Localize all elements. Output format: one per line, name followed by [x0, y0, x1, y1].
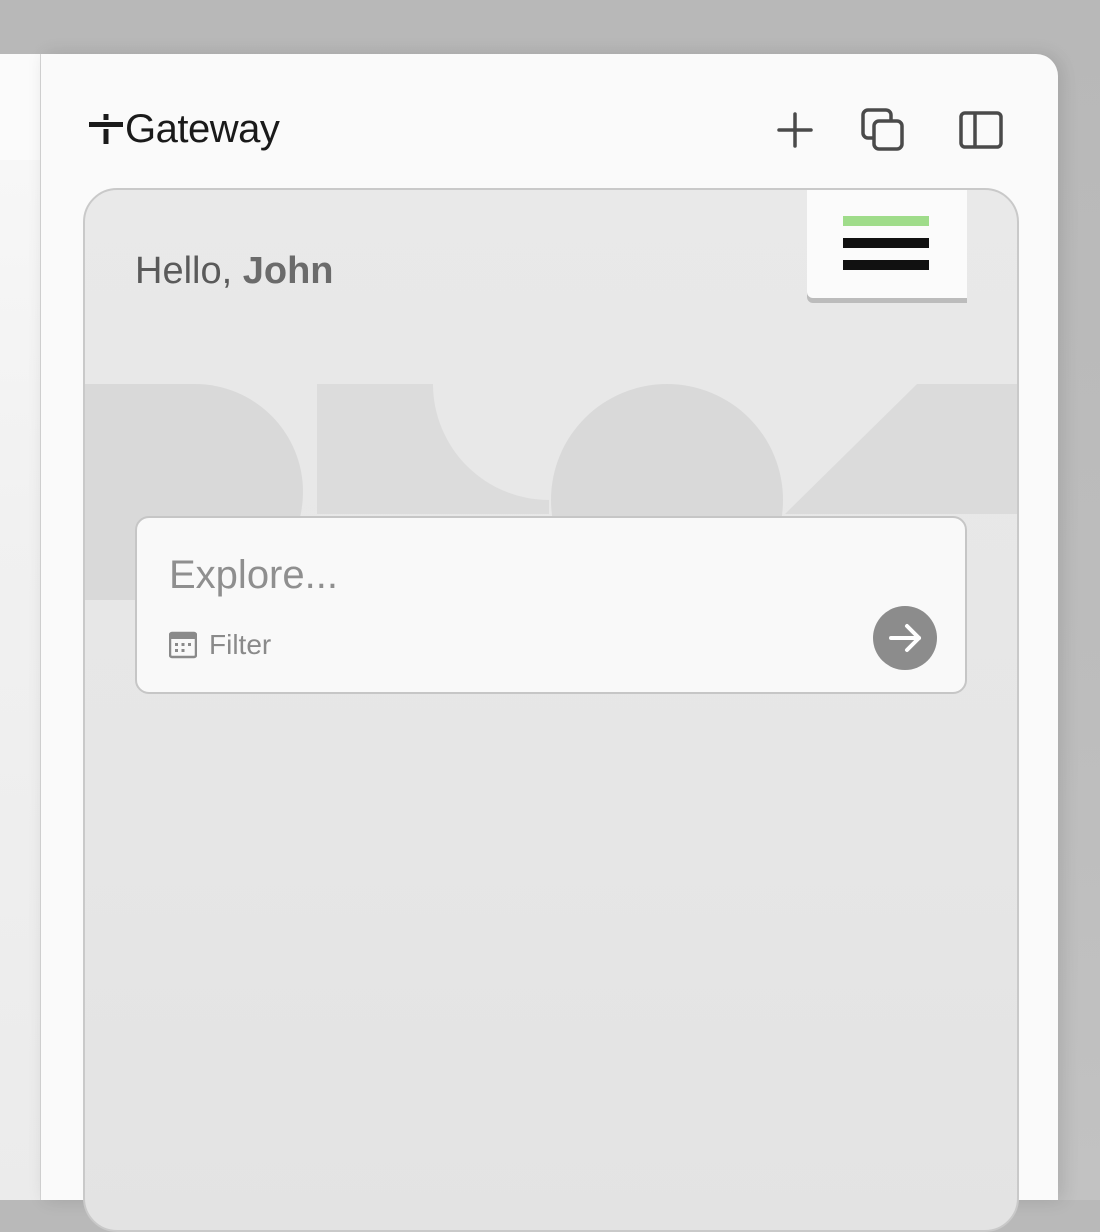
toggle-sidebar-button[interactable]	[957, 106, 1005, 154]
home-card: Hello, John Fi	[83, 188, 1019, 1232]
gateway-window: Gateway Hello, John Explore... Filter	[41, 54, 1058, 1232]
brand-logo[interactable]: Gateway	[89, 106, 280, 152]
new-tab-button[interactable]	[771, 106, 819, 154]
left-window-header	[0, 54, 40, 160]
copy-windows-icon	[861, 108, 904, 151]
explore-search-box: Filter	[135, 516, 967, 694]
sidebar-toggle-icon	[959, 111, 1003, 149]
duplicate-window-button[interactable]	[859, 106, 907, 154]
window-header: Gateway	[41, 54, 1058, 184]
plus-minus-logo-icon	[89, 114, 123, 144]
brand-name: Gateway	[125, 106, 280, 151]
menu-button[interactable]	[807, 190, 967, 298]
left-background-window	[0, 54, 41, 1200]
arrow-right-icon	[889, 624, 921, 652]
explore-input[interactable]	[167, 546, 811, 604]
greeting-text: Hello, John	[135, 250, 334, 293]
submit-search-button[interactable]	[873, 606, 937, 670]
plus-icon	[777, 112, 813, 148]
hamburger-menu-icon	[843, 216, 929, 270]
filter-label: Filter	[209, 629, 272, 660]
greeting-prefix: Hello,	[135, 250, 233, 292]
filter-button[interactable]: Filter	[169, 628, 271, 662]
greeting-user-name: John	[242, 250, 334, 292]
calendar-icon	[169, 631, 197, 659]
